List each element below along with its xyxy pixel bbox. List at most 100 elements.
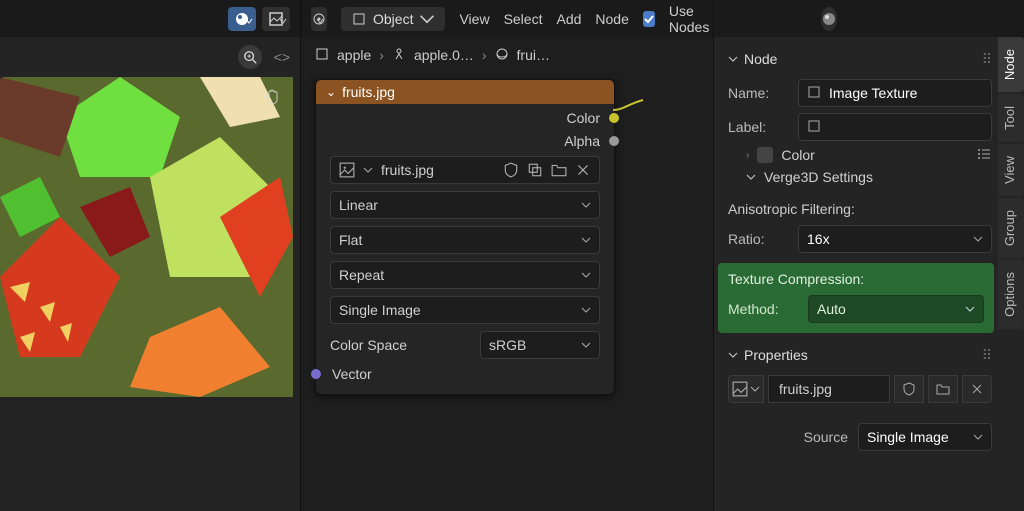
output-alpha-socket[interactable]: Alpha [330, 133, 600, 149]
fake-user-button[interactable] [894, 375, 924, 403]
material-icon [392, 47, 406, 64]
open-file-button[interactable] [928, 375, 958, 403]
label-input[interactable] [798, 113, 992, 141]
breadcrumb-node[interactable]: frui… [517, 47, 550, 63]
menu-view[interactable]: View [459, 11, 489, 27]
ratio-value: 16x [807, 231, 830, 247]
image-icon [339, 162, 355, 178]
breadcrumb-object[interactable]: apple [337, 47, 371, 63]
chevron-right-icon: › [482, 47, 487, 63]
image-canvas[interactable] [0, 77, 293, 397]
drag-handle-icon[interactable]: ⠿ [982, 347, 992, 364]
color-toggle-row[interactable]: › Color [728, 147, 992, 163]
node-section-header[interactable]: Node ⠿ [728, 45, 992, 73]
chevron-down-icon [363, 165, 373, 175]
menu-node[interactable]: Node [595, 11, 628, 27]
left-toolbar [0, 0, 300, 37]
folder-icon [936, 382, 950, 396]
image-texture-node[interactable]: ⌄ fruits.jpg Color Alpha frui [315, 79, 615, 395]
tab-node[interactable]: Node [998, 37, 1024, 92]
chevron-down-icon [746, 172, 756, 182]
unlink-button[interactable] [962, 375, 992, 403]
verge3d-section-header[interactable]: Verge3D Settings [728, 169, 992, 185]
material-sphere-icon [821, 11, 837, 27]
properties-section-header[interactable]: Properties ⠿ [728, 341, 992, 369]
section-title: Properties [744, 347, 808, 363]
source-value: Single Image [867, 429, 949, 445]
breadcrumb: apple › apple.0… › frui… [301, 37, 713, 73]
source-select[interactable]: Single Image [858, 423, 992, 451]
node-type-icon [807, 85, 821, 102]
chevron-down-icon [728, 54, 738, 64]
image-name-field[interactable]: fruits.jpg [768, 375, 890, 403]
sidebar-tabs: Node Tool View Group Options [998, 37, 1024, 329]
chevron-down-icon [728, 350, 738, 360]
zoom-button[interactable] [238, 45, 262, 69]
mode-label: Object [373, 11, 413, 27]
shading-mode-button[interactable] [228, 7, 256, 31]
collapse-caret-icon: ⌄ [326, 85, 336, 99]
menu-add[interactable]: Add [556, 11, 581, 27]
tab-tool[interactable]: Tool [998, 94, 1024, 142]
close-icon[interactable] [575, 162, 591, 178]
label-label: Label: [728, 119, 788, 135]
duplicate-icon[interactable] [527, 162, 543, 178]
node-header[interactable]: ⌄ fruits.jpg [316, 80, 614, 104]
swap-arrows-icon: <> [274, 49, 290, 65]
vector-socket-icon[interactable] [310, 368, 322, 380]
drag-handle-icon[interactable]: ⠿ [982, 51, 992, 68]
image-datablock-row: fruits.jpg [728, 375, 992, 403]
shield-icon[interactable] [503, 162, 519, 178]
output-label: Alpha [564, 133, 600, 149]
texture-node-icon [495, 47, 509, 64]
source-label: Source [788, 429, 848, 445]
image-editor-panel: <> [0, 0, 300, 511]
mode-selector[interactable]: Object [341, 7, 445, 31]
select-value: Flat [339, 232, 362, 248]
tab-group[interactable]: Group [998, 198, 1024, 258]
check-icon [643, 13, 655, 25]
interpolation-select[interactable]: Linear [330, 191, 600, 219]
tab-options[interactable]: Options [998, 260, 1024, 329]
close-icon [970, 382, 984, 396]
input-vector-socket[interactable]: Vector [330, 366, 600, 382]
section-title: Node [744, 51, 777, 67]
tab-view[interactable]: View [998, 144, 1024, 196]
output-color-socket[interactable]: Color [330, 110, 600, 126]
name-value: Image Texture [829, 85, 917, 101]
color-socket-icon[interactable] [608, 112, 620, 124]
ratio-select[interactable]: 16x [798, 225, 992, 253]
texture-compression-panel: Texture Compression: Method: Auto [718, 263, 994, 333]
node-graph-area[interactable]: ⌄ fruits.jpg Color Alpha frui [301, 73, 713, 511]
colorspace-select[interactable]: sRGB [480, 331, 600, 359]
object-icon [315, 47, 329, 64]
menu-select[interactable]: Select [504, 11, 543, 27]
list-icon[interactable] [976, 146, 992, 165]
color-checkbox[interactable] [757, 147, 773, 163]
aniso-label: Anisotropic Filtering: [714, 199, 1024, 219]
pivot-button[interactable] [311, 7, 327, 31]
name-input[interactable]: Image Texture [798, 79, 992, 107]
extension-select[interactable]: Repeat [330, 261, 600, 289]
node-type-icon [807, 119, 821, 136]
method-value: Auto [817, 301, 846, 317]
select-value: Linear [339, 197, 378, 213]
method-select[interactable]: Auto [808, 295, 984, 323]
use-nodes-checkbox[interactable] [643, 11, 655, 27]
name-label: Name: [728, 85, 788, 101]
image-datablock-field[interactable]: fruits.jpg [330, 156, 600, 184]
source-select[interactable]: Single Image [330, 296, 600, 324]
alpha-socket-icon[interactable] [608, 135, 620, 147]
breadcrumb-material[interactable]: apple.0… [414, 47, 474, 63]
colorspace-row: Color Space sRGB [330, 331, 600, 359]
verge3d-label: Verge3D Settings [764, 169, 873, 185]
image-browse-button[interactable] [728, 375, 764, 403]
right-toolbar [714, 0, 1024, 37]
output-label: Color [567, 110, 600, 126]
display-mode-button[interactable] [262, 7, 290, 31]
texcomp-title: Texture Compression: [728, 271, 984, 287]
folder-open-icon[interactable] [551, 162, 567, 178]
projection-select[interactable]: Flat [330, 226, 600, 254]
colorspace-label: Color Space [330, 337, 472, 353]
color-label: Color [781, 147, 814, 163]
